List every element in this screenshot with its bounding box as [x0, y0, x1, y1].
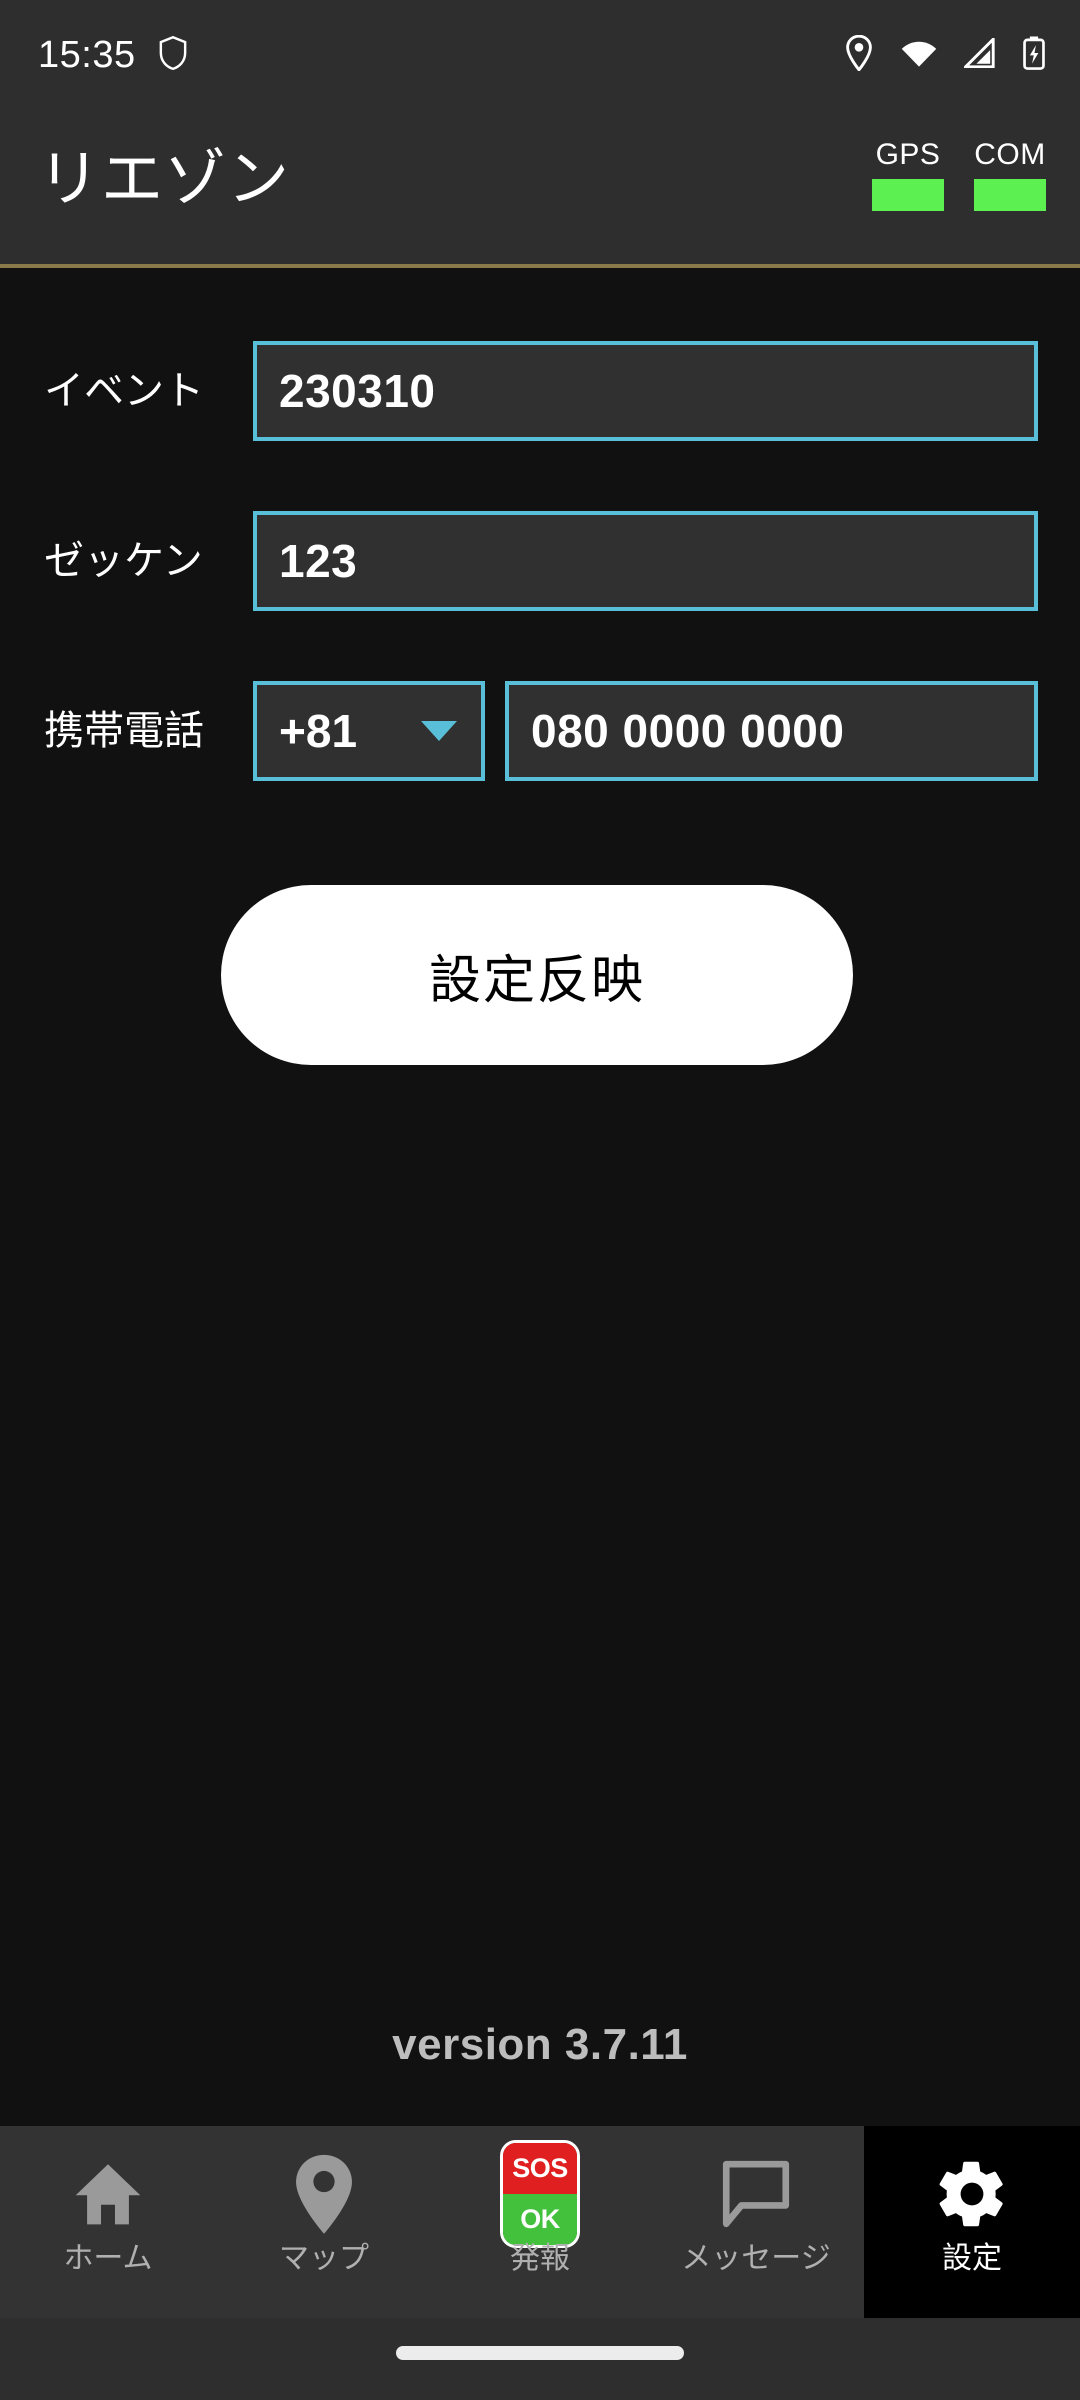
app-screen: 15:35 リエゾン GPS COM イベント 230310 ゼッケン 123 … [0, 0, 1080, 2400]
location-pin-icon [844, 34, 874, 76]
chevron-down-icon [421, 721, 457, 741]
country-code-select[interactable]: +81 [253, 681, 485, 781]
nav-tab-message[interactable]: メッセージ [648, 2126, 864, 2318]
shield-icon [158, 35, 188, 75]
page-title: リエゾン [38, 145, 291, 214]
sos-ok-icon: SOS OK [500, 2140, 580, 2248]
sos-label: SOS [503, 2143, 577, 2194]
connection-indicators: GPS COM [872, 140, 1046, 211]
bottom-navigation-bar: ホーム マップ SOS OK 発報 メッセージ 設定 [0, 2126, 1080, 2318]
status-bar-right [844, 34, 1046, 76]
event-input[interactable]: 230310 [253, 341, 1038, 441]
nav-tab-settings[interactable]: 設定 [864, 2126, 1080, 2318]
ok-label: OK [503, 2194, 577, 2245]
phone-number-input[interactable]: 080 0000 0000 [505, 681, 1038, 781]
event-label: イベント [44, 369, 204, 413]
nav-label-message: メッセージ [681, 2242, 831, 2275]
system-status-bar: 15:35 [0, 0, 1080, 110]
phone-label: 携帯電話 [44, 709, 204, 753]
nav-label-settings: 設定 [942, 2242, 1002, 2275]
cell-signal-icon [962, 35, 996, 73]
system-gesture-area [0, 2318, 1080, 2400]
bib-field-row: ゼッケン 123 [0, 511, 1080, 611]
phone-field-row: 携帯電話 +81 080 0000 0000 [0, 681, 1080, 781]
bib-number-input[interactable]: 123 [253, 511, 1038, 611]
gps-status-led [872, 179, 944, 211]
home-icon [70, 2152, 146, 2236]
gps-indicator: GPS [872, 140, 944, 211]
bib-label: ゼッケン [44, 539, 203, 583]
map-pin-icon [293, 2152, 355, 2236]
nav-label-home: ホーム [63, 2242, 153, 2275]
country-code-value: +81 [279, 705, 358, 757]
com-label: COM [974, 138, 1046, 171]
nav-tab-alert[interactable]: SOS OK 発報 [432, 2126, 648, 2318]
status-bar-left: 15:35 [38, 34, 188, 76]
app-header: リエゾン GPS COM [0, 110, 1080, 268]
nav-label-alert: 発報 [510, 2242, 570, 2275]
gear-icon [934, 2152, 1010, 2236]
event-field-row: イベント 230310 [0, 341, 1080, 441]
battery-charging-icon [1022, 35, 1046, 75]
status-bar-clock: 15:35 [38, 34, 136, 76]
wifi-icon [900, 38, 938, 73]
nav-tab-home[interactable]: ホーム [0, 2126, 216, 2318]
apply-settings-button[interactable]: 設定反映 [221, 885, 853, 1065]
nav-label-map: マップ [279, 2242, 369, 2275]
message-icon [718, 2152, 794, 2236]
com-indicator: COM [974, 140, 1046, 211]
com-status-led [974, 179, 1046, 211]
home-gesture-bar[interactable] [396, 2346, 684, 2360]
app-version-label: version 3.7.11 [392, 2020, 688, 2069]
gps-label: GPS [875, 138, 941, 171]
nav-tab-map[interactable]: マップ [216, 2126, 432, 2318]
